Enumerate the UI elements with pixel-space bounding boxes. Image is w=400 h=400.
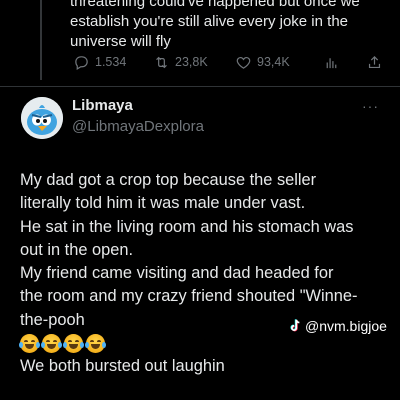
tweet-actions-bar: 1.534 23,8K 93,4K <box>73 52 383 72</box>
angry-bird-avatar-icon <box>21 97 63 139</box>
heart-icon <box>236 56 251 69</box>
retweet-button[interactable]: 23,8K <box>153 54 235 71</box>
emoji-row <box>19 332 395 355</box>
retweet-icon <box>156 56 167 68</box>
bar-chart-icon <box>326 57 337 68</box>
share-button[interactable] <box>366 54 383 71</box>
loudly-crying-face-icon <box>85 334 106 354</box>
previous-tweet: threatening could've happened but once w… <box>70 0 390 52</box>
tweet-line: literally told him it was male under vas… <box>20 194 306 213</box>
tiktok-icon <box>290 319 300 332</box>
author-handle[interactable]: @LibmayaDexplora <box>72 118 204 135</box>
tweet-line: the room and my crazy friend shouted "Wi… <box>20 287 358 306</box>
share-icon <box>368 55 381 68</box>
thread-line <box>40 0 42 80</box>
like-button[interactable]: 93,4K <box>235 54 323 71</box>
reply-count: 1.534 <box>95 55 127 69</box>
retweet-count: 23,8K <box>175 55 208 69</box>
reply-button[interactable]: 1.534 <box>73 54 153 71</box>
more-options-button[interactable]: ··· <box>362 98 379 114</box>
views-button[interactable] <box>323 54 363 71</box>
watermark-text: @nvm.bigjoe <box>305 318 387 334</box>
previous-tweet-line: universe will fly <box>70 33 171 50</box>
previous-tweet-line: establish you're still alive every joke … <box>70 13 348 30</box>
divider <box>0 86 400 87</box>
avatar[interactable] <box>21 97 63 139</box>
tweet-line: He sat in the living room and his stomac… <box>20 217 354 236</box>
loudly-crying-face-icon <box>63 334 84 354</box>
face-with-tears-of-joy-icon <box>41 334 62 354</box>
like-count: 93,4K <box>257 55 290 69</box>
face-with-tears-of-joy-icon <box>19 334 40 354</box>
reply-icon <box>75 55 88 70</box>
tweet-last-line: We both bursted out laughin <box>20 357 225 376</box>
tweet-line: My dad got a crop top because the seller <box>20 171 317 189</box>
previous-tweet-text: threatening could've happened but once w… <box>70 0 390 52</box>
tweet-line: My friend came visiting and dad headed f… <box>20 264 334 283</box>
previous-tweet-line: threatening could've happened but once w… <box>70 0 360 10</box>
author-name[interactable]: Libmaya <box>72 97 133 114</box>
tweet-body: My dad got a crop top because the seller… <box>19 169 395 378</box>
tiktok-watermark: @nvm.bigjoe <box>289 318 387 334</box>
tweet-line: out in the open. <box>20 240 134 259</box>
